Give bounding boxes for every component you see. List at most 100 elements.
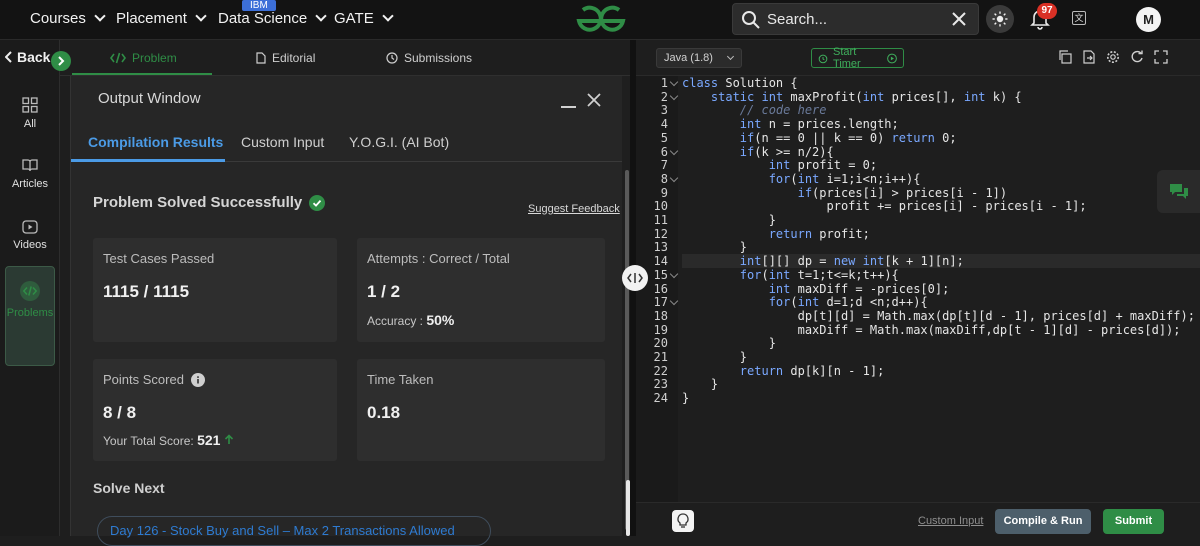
- tab-custom-input[interactable]: Custom Input: [241, 134, 324, 150]
- tab-label: Submissions: [404, 51, 473, 65]
- upload-file-icon[interactable]: [1082, 50, 1096, 64]
- copy-icon[interactable]: [1058, 50, 1072, 64]
- code-line[interactable]: }: [682, 240, 747, 254]
- tab-yogi-ai-bot[interactable]: Y.O.G.I. (AI Bot): [349, 134, 449, 150]
- active-output-tab-indicator: [71, 159, 225, 162]
- pane-resize-handle[interactable]: [622, 265, 648, 291]
- code-line[interactable]: if(prices[i] > prices[i - 1]): [682, 186, 1008, 200]
- fold-chevron-icon[interactable]: [669, 296, 679, 306]
- code-line[interactable]: return profit;: [682, 227, 870, 241]
- test-cases-card: Test Cases Passed 1115 / 1115: [93, 238, 337, 342]
- line-number: 22: [653, 363, 668, 378]
- sidebar-item-problems-content[interactable]: Problems: [0, 280, 60, 319]
- search-input[interactable]: Search...: [767, 11, 827, 28]
- code-line[interactable]: }: [682, 336, 776, 350]
- fold-chevron-icon[interactable]: [669, 146, 679, 155]
- code-line[interactable]: profit += prices[i] - prices[i - 1];: [682, 199, 1086, 213]
- sidebar-item-label: Problems: [6, 307, 54, 319]
- code-line[interactable]: // code here: [682, 103, 827, 117]
- code-line[interactable]: int n = prices.length;: [682, 117, 899, 131]
- code-line[interactable]: }: [682, 377, 718, 391]
- points-card: Points Scored 8 / 8 Your Total Score: 52…: [93, 359, 337, 461]
- line-number: 12: [653, 226, 668, 241]
- info-icon[interactable]: [190, 372, 205, 387]
- next-problem-link[interactable]: Day 126 - Stock Buy and Sell – Max 2 Tra…: [97, 516, 491, 546]
- compile-run-button[interactable]: Compile & Run: [995, 509, 1091, 534]
- code-icon: [20, 281, 40, 301]
- code-line[interactable]: for(int d=1;d <n;d++){: [682, 295, 928, 309]
- code-line[interactable]: if(n == 0 || k == 0) return 0;: [682, 131, 957, 145]
- start-timer-button[interactable]: Start Timer: [811, 46, 904, 70]
- theme-toggle-button[interactable]: [986, 5, 1014, 33]
- tab-problem[interactable]: Problem: [110, 51, 177, 65]
- resize-arrows-icon: [627, 273, 643, 283]
- output-tabs: Compilation Results Custom Input Y.O.G.I…: [71, 122, 631, 162]
- code-line[interactable]: int maxDiff = -prices[0];: [682, 282, 950, 296]
- nav-gate[interactable]: GATE: [334, 10, 394, 27]
- reset-icon[interactable]: [1130, 50, 1144, 64]
- line-number: 1: [660, 76, 668, 90]
- minimize-icon[interactable]: [561, 106, 576, 108]
- nav-placement[interactable]: Placement: [116, 10, 207, 27]
- output-scrollbar-thumb[interactable]: [625, 170, 629, 530]
- code-line[interactable]: class Solution {: [682, 76, 798, 90]
- line-number: 5: [660, 130, 668, 145]
- back-button[interactable]: Back: [5, 49, 50, 65]
- fold-chevron-icon[interactable]: [669, 269, 679, 279]
- nav-data-science[interactable]: Data Science: [218, 10, 327, 27]
- fold-chevron-icon[interactable]: [669, 173, 679, 183]
- avatar[interactable]: M: [1136, 7, 1161, 32]
- code-line[interactable]: return dp[k][n - 1];: [682, 364, 885, 378]
- search-box[interactable]: Search...: [732, 3, 979, 35]
- line-number: 9: [660, 185, 668, 200]
- translate-icon[interactable]: 文: [1072, 11, 1086, 25]
- tab-submissions[interactable]: Submissions: [386, 51, 472, 65]
- fold-chevron-icon[interactable]: [669, 77, 679, 87]
- code-line[interactable]: for(int t=1;t<=k;t++){: [682, 268, 899, 282]
- language-select[interactable]: Java (1.8): [656, 48, 742, 68]
- hint-button[interactable]: [672, 510, 694, 532]
- chevron-right-icon: [58, 56, 65, 66]
- line-number: 6: [660, 144, 668, 159]
- fold-chevron-icon[interactable]: [669, 91, 679, 100]
- code-line[interactable]: if(k >= n/2){: [682, 145, 834, 159]
- code-line[interactable]: }: [682, 213, 776, 227]
- code-line[interactable]: maxDiff = Math.max(maxDiff,dp[t - 1][d] …: [682, 323, 1181, 337]
- chat-icon: [1169, 183, 1188, 199]
- expand-sidebar-button[interactable]: [51, 51, 71, 71]
- solve-next-heading: Solve Next: [93, 480, 165, 496]
- code-line[interactable]: int profit = 0;: [682, 158, 877, 172]
- accuracy-value: 50%: [426, 312, 455, 328]
- left-sidebar: Back All Articles Videos Problems: [0, 40, 60, 536]
- code-line[interactable]: static int maxProfit(int prices[], int k…: [682, 90, 1022, 104]
- code-line[interactable]: }: [682, 350, 747, 364]
- code-line[interactable]: for(int i=1;i<n;i++){: [682, 172, 921, 186]
- submit-button[interactable]: Submit: [1103, 509, 1164, 534]
- code-line[interactable]: }: [682, 391, 689, 405]
- gear-icon[interactable]: [1106, 50, 1120, 64]
- custom-input-link[interactable]: Custom Input: [918, 515, 983, 527]
- line-number: 3: [660, 103, 668, 118]
- close-icon[interactable]: [950, 10, 968, 28]
- sidebar-item-videos[interactable]: Videos: [0, 220, 60, 251]
- sidebar-item-all[interactable]: All: [0, 97, 60, 130]
- sidebar-item-articles[interactable]: Articles: [0, 157, 60, 190]
- code-line[interactable]: int[][] dp = new int[k + 1][n];: [682, 254, 1200, 269]
- tab-editorial[interactable]: Editorial: [256, 51, 315, 65]
- code-editor[interactable]: 1 2 3 4 5 6 7 8 9 10 11 12 13 14 15 16 17 18 19 20 21 22 23 24 …: [636, 76, 1200, 502]
- fullscreen-icon[interactable]: [1154, 50, 1168, 64]
- time-label: Time Taken: [367, 372, 434, 387]
- status-text: Problem Solved Successfully: [93, 194, 303, 211]
- close-icon[interactable]: [587, 93, 601, 107]
- line-number: 20: [653, 336, 668, 351]
- line-number: 24: [653, 391, 668, 406]
- video-icon: [22, 220, 38, 234]
- gfg-logo[interactable]: [574, 4, 628, 39]
- chat-button[interactable]: [1157, 170, 1200, 213]
- tab-compilation-results[interactable]: Compilation Results: [88, 134, 223, 150]
- code-line[interactable]: dp[t][d] = Math.max(dp[t][d - 1], prices…: [682, 309, 1195, 323]
- line-number: 23: [653, 377, 668, 392]
- book-icon: [22, 159, 38, 172]
- nav-courses[interactable]: Courses: [30, 10, 106, 27]
- suggest-feedback-link[interactable]: Suggest Feedback: [528, 203, 620, 215]
